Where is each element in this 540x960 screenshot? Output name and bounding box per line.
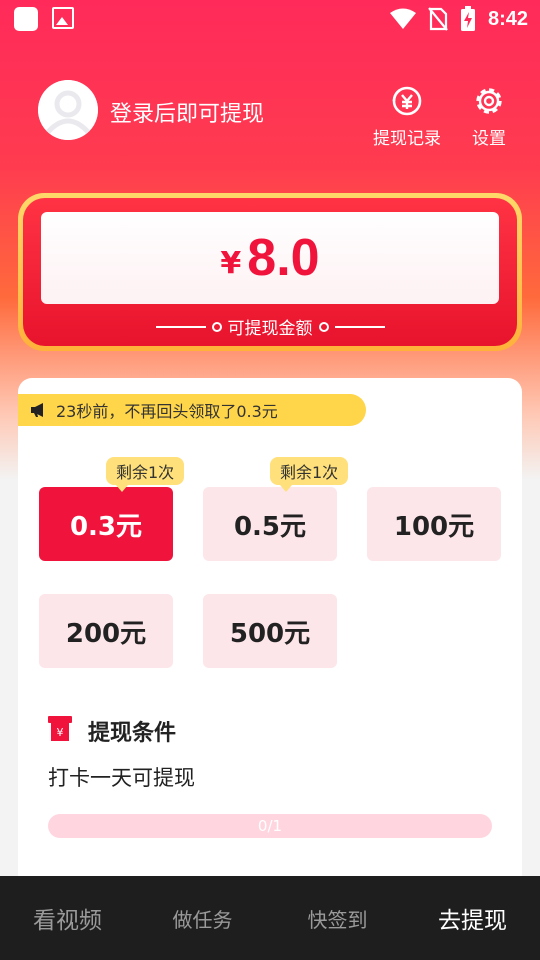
balance-display: ¥ 8.0 — [41, 212, 499, 304]
wifi-icon — [389, 8, 416, 29]
withdraw-options-card: 23秒前，不再回头领取了0.3元 0.3元 剩余1次 0.5元 剩余1次 100… — [18, 378, 522, 888]
yuan-history-icon — [392, 86, 422, 116]
condition-progress-bar: 0/1 — [48, 814, 492, 838]
amount-option-label: 500元 — [229, 618, 311, 649]
balance-label: 可提现金额 — [227, 319, 313, 339]
nav-withdraw[interactable]: 去提现 — [405, 901, 540, 935]
amount-option-100[interactable]: 100元 — [367, 487, 501, 561]
amount-option-label: 0.5元 — [233, 511, 307, 542]
svg-text:¥: ¥ — [57, 726, 64, 739]
notice-text: 23秒前，不再回头领取了0.3元 — [56, 402, 278, 421]
remaining-tag: 剩余1次 — [270, 457, 349, 492]
amount-option-200[interactable]: 200元 — [39, 594, 173, 668]
amount-option-label: 0.3元 — [69, 511, 143, 542]
withdraw-records-label: 提现记录 — [373, 129, 441, 149]
nav-check-in[interactable]: 快签到 — [270, 904, 405, 933]
avatar[interactable] — [38, 80, 98, 140]
battery-charging-icon — [460, 6, 475, 31]
no-sim-icon — [428, 7, 448, 31]
condition-title: 提现条件 — [88, 721, 177, 746]
app-notification-icon — [14, 7, 38, 31]
withdraw-records-button[interactable]: 提现记录 — [373, 84, 441, 149]
amount-option-label: 200元 — [65, 618, 147, 649]
balance-caption: 可提现金额 — [23, 314, 517, 339]
settings-button[interactable]: 设置 — [472, 84, 506, 149]
amount-option-500[interactable]: 500元 — [203, 594, 337, 668]
balance-card: ¥ 8.0 可提现金额 — [18, 193, 522, 351]
status-bar: 8:42 — [0, 0, 540, 38]
gear-icon — [476, 88, 502, 114]
image-notification-icon — [52, 7, 74, 29]
remaining-tag: 剩余1次 — [106, 457, 185, 492]
amount-option-0.3[interactable]: 0.3元 — [39, 487, 173, 561]
bottom-navigation: 看视频 做任务 快签到 去提现 — [0, 876, 540, 960]
nav-watch-video[interactable]: 看视频 — [0, 901, 135, 935]
amount-option-0.5[interactable]: 0.5元 — [203, 487, 337, 561]
condition-text: 打卡一天可提现 — [48, 766, 195, 790]
balance-amount: 8.0 — [247, 229, 320, 287]
currency-symbol: ¥ — [220, 245, 242, 281]
progress-text: 0/1 — [257, 817, 283, 835]
nav-do-tasks[interactable]: 做任务 — [135, 904, 270, 933]
megaphone-icon — [31, 403, 43, 417]
notice-banner: 23秒前，不再回头领取了0.3元 — [18, 394, 366, 426]
login-prompt[interactable]: 登录后即可提现 — [110, 96, 264, 128]
clock: 8:42 — [487, 7, 528, 30]
user-silhouette-icon — [38, 80, 98, 140]
settings-label: 设置 — [472, 129, 506, 149]
cash-register-icon: ¥ — [48, 716, 72, 741]
amount-option-label: 100元 — [393, 511, 475, 542]
